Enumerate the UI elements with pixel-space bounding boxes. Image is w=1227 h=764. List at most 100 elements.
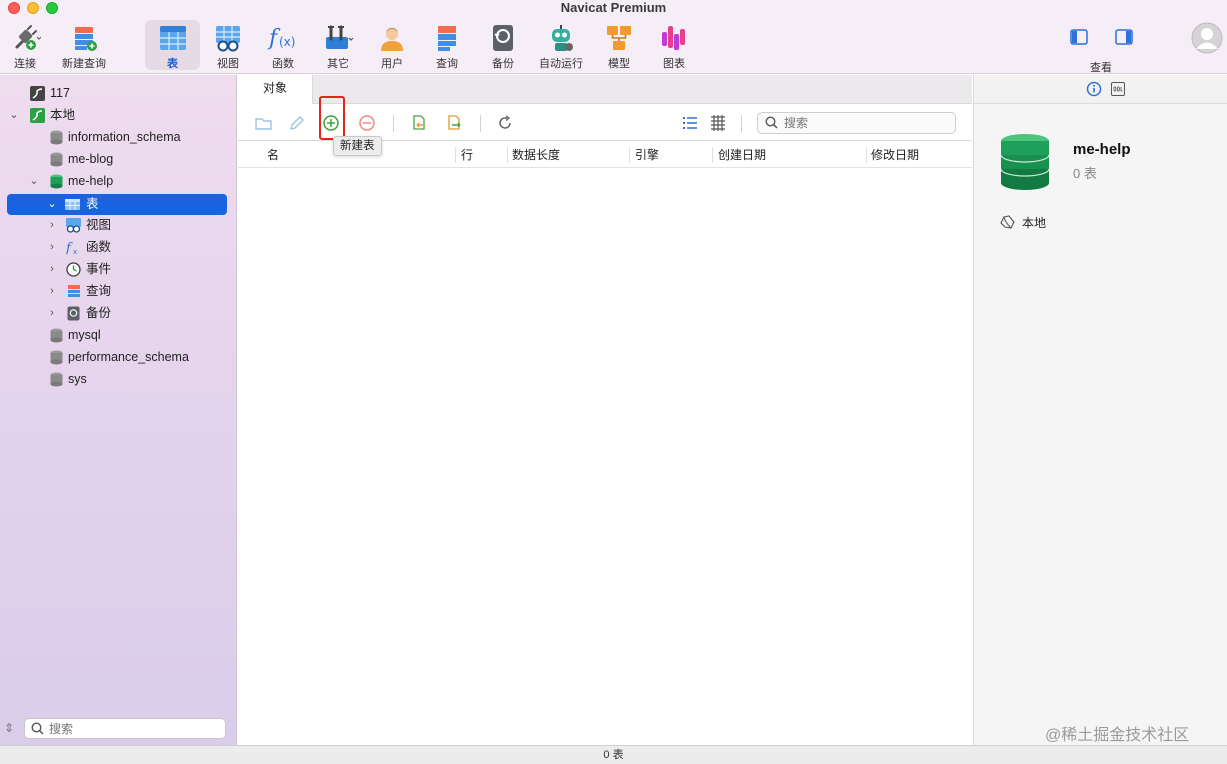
import-icon[interactable] (409, 113, 429, 133)
tree-label: information_schema (68, 130, 181, 144)
column-header-rows[interactable]: 行 (461, 142, 473, 168)
toolbar-function-button[interactable]: f (x) 函数 (261, 20, 305, 70)
tree-item-views[interactable]: › 视图 (0, 214, 237, 236)
toolbar-connect-label: 连接 (14, 58, 36, 70)
view-icon (216, 26, 240, 52)
tree-label: me-blog (68, 152, 114, 166)
window-title: Navicat Premium (560, 0, 667, 15)
toolbar-divider (393, 115, 394, 132)
grid-view-icon[interactable] (708, 113, 728, 133)
table-icon (65, 199, 80, 210)
chevron-down-icon[interactable]: ⌄ (8, 104, 20, 126)
annotation-highlight-box (319, 96, 345, 140)
tree-connection-117[interactable]: 117 (0, 82, 237, 104)
sidebar-search-input[interactable] (49, 721, 219, 737)
tree-label: performance_schema (68, 350, 189, 364)
toolbar-model-button[interactable]: 模型 (599, 20, 639, 70)
query-icon (438, 26, 456, 51)
toolbar-view-button[interactable]: 视图 (206, 20, 250, 70)
delete-circle-icon[interactable] (357, 113, 377, 133)
toolbar-other-label: 其它 (327, 58, 349, 70)
design-pencil-icon[interactable] (287, 113, 307, 133)
chevron-down-icon[interactable]: ⌄ (28, 170, 40, 192)
toolbar-table-button[interactable]: 表 (145, 20, 200, 70)
tree-label: 函数 (86, 240, 112, 254)
info-panel: me-help 0 表 本地 (973, 75, 1227, 745)
column-divider (507, 147, 508, 163)
refresh-icon[interactable] (495, 113, 515, 133)
tree-db-sys[interactable]: sys (0, 368, 237, 390)
tree-label: 查询 (86, 284, 112, 298)
function-icon: f (x) (267, 26, 295, 51)
tree-label: sys (68, 372, 87, 386)
robot-icon (552, 25, 573, 51)
chart-icon (662, 26, 685, 50)
info-db-name: me-help (1073, 141, 1131, 158)
toolbar-chart-button[interactable]: 图表 (654, 20, 694, 70)
tree-db-performance-schema[interactable]: performance_schema (0, 346, 237, 368)
user-icon (381, 28, 403, 51)
tree-db-information-schema[interactable]: information_schema (0, 126, 237, 148)
tree-item-queries[interactable]: › 查询 (0, 280, 237, 302)
plug-icon (15, 25, 41, 50)
toolbar-function-label: 函数 (272, 58, 294, 70)
ddl-icon[interactable] (1111, 82, 1125, 96)
info-table-count: 0 表 (1073, 166, 1097, 181)
chevron-right-icon[interactable]: › (46, 258, 58, 280)
toolbar-new-query-button[interactable]: 新建查询 (58, 20, 110, 70)
model-icon (607, 26, 631, 50)
column-divider (866, 147, 867, 163)
toolbar-other-button[interactable]: 其它 (316, 20, 360, 70)
tree-item-backups[interactable]: › 备份 (0, 302, 237, 324)
new-query-icon (75, 27, 97, 51)
tree-connection-local[interactable]: ⌄ 本地 (0, 104, 237, 126)
chevron-right-icon[interactable]: › (46, 302, 58, 324)
connection-active-icon (30, 108, 45, 123)
avatar[interactable] (1191, 22, 1223, 54)
tree-item-tables[interactable]: ⌄ 表 (7, 194, 227, 215)
chevron-right-icon[interactable]: › (46, 214, 58, 236)
tree-item-functions[interactable]: › f x 函数 (0, 236, 237, 258)
column-header-engine[interactable]: 引擎 (635, 142, 659, 168)
chevron-down-icon[interactable]: ⌄ (46, 194, 58, 215)
tree-db-me-help[interactable]: ⌄ me-help (0, 170, 237, 192)
view-icon (66, 218, 81, 233)
tree-item-events[interactable]: › 事件 (0, 258, 237, 280)
object-search[interactable] (757, 112, 956, 134)
tree-db-mysql[interactable]: mysql (0, 324, 237, 346)
sort-updown-icon[interactable]: ⇕ (4, 721, 14, 735)
database-icon (50, 328, 63, 343)
status-bar: 0 表 (0, 745, 1227, 764)
database-icon (50, 152, 63, 167)
toolbar-user-button[interactable]: 用户 (372, 20, 412, 70)
tab-objects[interactable]: 对象 (238, 75, 313, 104)
column-header-create-date[interactable]: 创建日期 (718, 142, 766, 168)
chevron-right-icon[interactable]: › (46, 236, 58, 258)
backup-icon (493, 25, 513, 51)
object-search-input[interactable] (784, 115, 949, 131)
column-header-data-length[interactable]: 数据长度 (512, 142, 560, 168)
toolbar-automation-button[interactable]: 自动运行 (535, 20, 587, 70)
connection-outline-icon (1000, 215, 1015, 229)
search-icon (765, 116, 778, 129)
right-sidebar-toggle-icon[interactable] (1115, 29, 1133, 45)
sidebar-search[interactable] (24, 718, 226, 739)
query-icon (68, 285, 80, 297)
left-sidebar-toggle-icon[interactable] (1070, 29, 1088, 45)
chevron-right-icon[interactable]: › (46, 280, 58, 302)
export-icon[interactable] (444, 113, 464, 133)
tree-db-me-blog[interactable]: me-blog (0, 148, 237, 170)
svg-text:f: f (66, 241, 73, 255)
toolbar-backup-button[interactable]: 备份 (483, 20, 523, 70)
info-icon[interactable] (1086, 81, 1102, 97)
info-connection-name: 本地 (1022, 216, 1047, 230)
column-header-modify-date[interactable]: 修改日期 (871, 142, 919, 168)
column-divider (629, 147, 630, 163)
open-folder-icon[interactable] (254, 113, 274, 133)
toolbar-connect-button[interactable]: 连接 (2, 20, 48, 70)
toolbar-query-button[interactable]: 查询 (427, 20, 467, 70)
list-view-icon[interactable] (680, 113, 700, 133)
title-toolbar: Navicat Premium 连接 新建查询 表 视图 f (x) 函数 其它… (0, 0, 1227, 74)
column-header-name[interactable]: 名 (267, 142, 279, 168)
tree-label: 视图 (86, 218, 112, 232)
